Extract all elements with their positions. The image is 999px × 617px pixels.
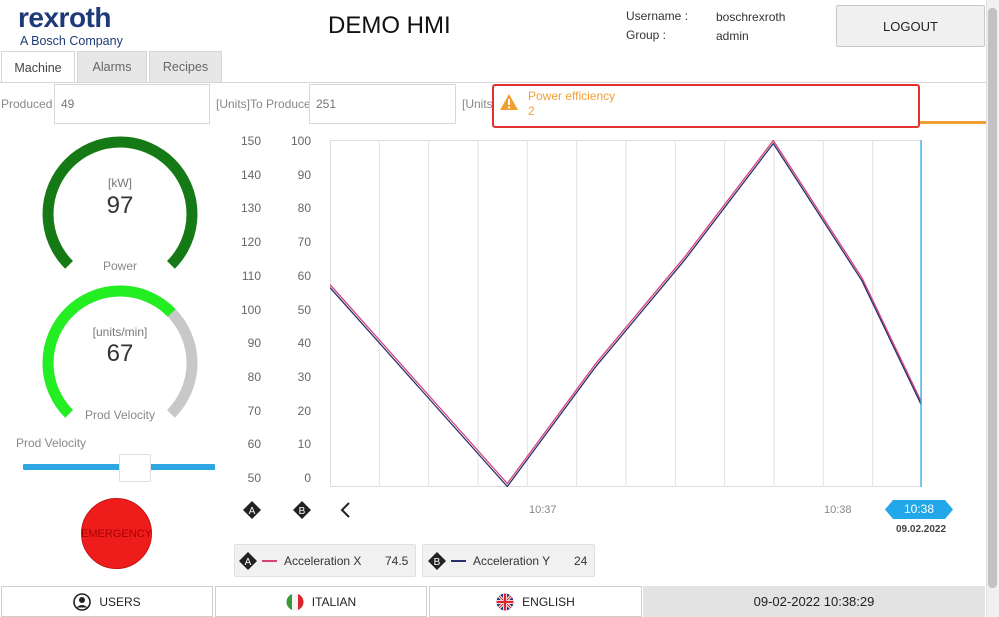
- to-produce-label: [Units]To Produce: [216, 97, 311, 111]
- svg-text:B: B: [434, 557, 441, 568]
- units-label: [Units: [462, 97, 493, 111]
- current-date-label: 09.02.2022: [896, 524, 947, 535]
- username-label: Username :: [626, 9, 689, 23]
- svg-text:B: B: [299, 506, 306, 517]
- legend-swatch-b: [451, 560, 466, 562]
- velocity-unit: [units/min]: [92, 325, 148, 339]
- series-b-marker-icon: B: [428, 552, 446, 570]
- italy-flag-icon: [286, 593, 304, 610]
- tab-alarms[interactable]: Alarms: [77, 51, 147, 82]
- velocity-value: 67: [106, 340, 134, 367]
- y-tick-label: 70: [297, 235, 311, 250]
- svg-text:A: A: [249, 506, 256, 517]
- y-tick-label: 70: [247, 403, 261, 418]
- user-icon: [73, 592, 92, 611]
- legend-swatch-a: [262, 560, 277, 562]
- users-button[interactable]: USERS: [1, 586, 213, 617]
- group-value: admin: [716, 29, 749, 43]
- italian-label: ITALIAN: [311, 594, 357, 609]
- alarm-title: Power efficiency: [528, 89, 616, 103]
- current-time-label: 10:38: [903, 502, 935, 516]
- scrollbar-thumb[interactable]: [988, 8, 997, 588]
- y-tick-label: 80: [297, 201, 311, 216]
- brand-tagline: A Bosch Company: [20, 34, 123, 48]
- y-tick-label: 60: [297, 268, 311, 283]
- y-tick-label: 80: [247, 369, 261, 384]
- y-tick-label: 110: [241, 268, 261, 283]
- english-button[interactable]: ENGLISH: [429, 586, 642, 617]
- y-tick-label: 10: [297, 437, 311, 452]
- uk-flag-icon: [496, 593, 514, 610]
- italian-button[interactable]: ITALIAN: [215, 586, 427, 617]
- y-tick-label: 130: [240, 201, 261, 216]
- legend-name: Acceleration Y: [473, 554, 551, 568]
- page-title: DEMO HMI: [328, 12, 451, 39]
- power-value: 97: [106, 192, 134, 219]
- y-tick-label: 30: [297, 369, 311, 384]
- slider-label: Prod Velocity: [16, 436, 87, 450]
- brand-logo: rexroth: [18, 2, 111, 33]
- velocity-slider-thumb[interactable]: [119, 454, 151, 482]
- footer-datetime: 09-02-2022 10:38:29: [643, 586, 985, 617]
- legend-value: 74.5: [385, 554, 409, 568]
- emergency-button[interactable]: EMERGENCY: [81, 498, 152, 569]
- chevron-left-icon[interactable]: [339, 501, 353, 519]
- produced-label: Produced: [1, 97, 53, 111]
- produced-field: 49: [54, 84, 210, 124]
- logout-button[interactable]: LOGOUT: [836, 5, 985, 47]
- power-label: Power: [102, 259, 137, 273]
- y-tick-label: 120: [240, 235, 261, 250]
- x-tick-label: 10:37: [529, 504, 557, 516]
- y-tick-label: 100: [240, 302, 261, 317]
- alarm-value: 2: [528, 104, 535, 118]
- y-tick-label: 60: [247, 437, 261, 452]
- users-label: USERS: [99, 594, 141, 609]
- y-tick-label: 140: [240, 167, 261, 182]
- y-tick-label: 90: [297, 167, 311, 182]
- y-tick-label: 50: [297, 302, 311, 317]
- series-a-marker-icon[interactable]: A: [242, 500, 262, 520]
- group-label: Group :: [626, 28, 667, 42]
- series-a-marker-icon: A: [239, 552, 257, 570]
- tab-recipes[interactable]: Recipes: [149, 51, 222, 82]
- tab-divider: [0, 82, 999, 83]
- warning-icon: [500, 94, 518, 110]
- series-b-marker-icon[interactable]: B: [292, 500, 312, 520]
- y-tick-label: 40: [297, 336, 311, 351]
- velocity-label: Prod Velocity: [84, 408, 156, 422]
- legend-name: Acceleration X: [284, 554, 362, 568]
- y-tick-label: 50: [247, 471, 261, 485]
- username-value: boschrexroth: [716, 10, 786, 24]
- y-tick-label: 0: [304, 471, 311, 485]
- english-label: ENGLISH: [522, 594, 575, 609]
- tab-machine[interactable]: Machine: [1, 51, 75, 83]
- svg-text:A: A: [245, 557, 252, 568]
- y-tick-label: 90: [247, 336, 261, 351]
- to-produce-field: 251: [309, 84, 456, 124]
- legend-value: 24: [574, 554, 588, 568]
- y-tick-label: 100: [290, 134, 311, 148]
- y-tick-label: 150: [240, 134, 261, 148]
- x-tick-label: 10:38: [824, 504, 852, 516]
- y-tick-label: 20: [297, 403, 311, 418]
- line-chart: [330, 140, 922, 487]
- power-unit: [kW]: [108, 176, 132, 190]
